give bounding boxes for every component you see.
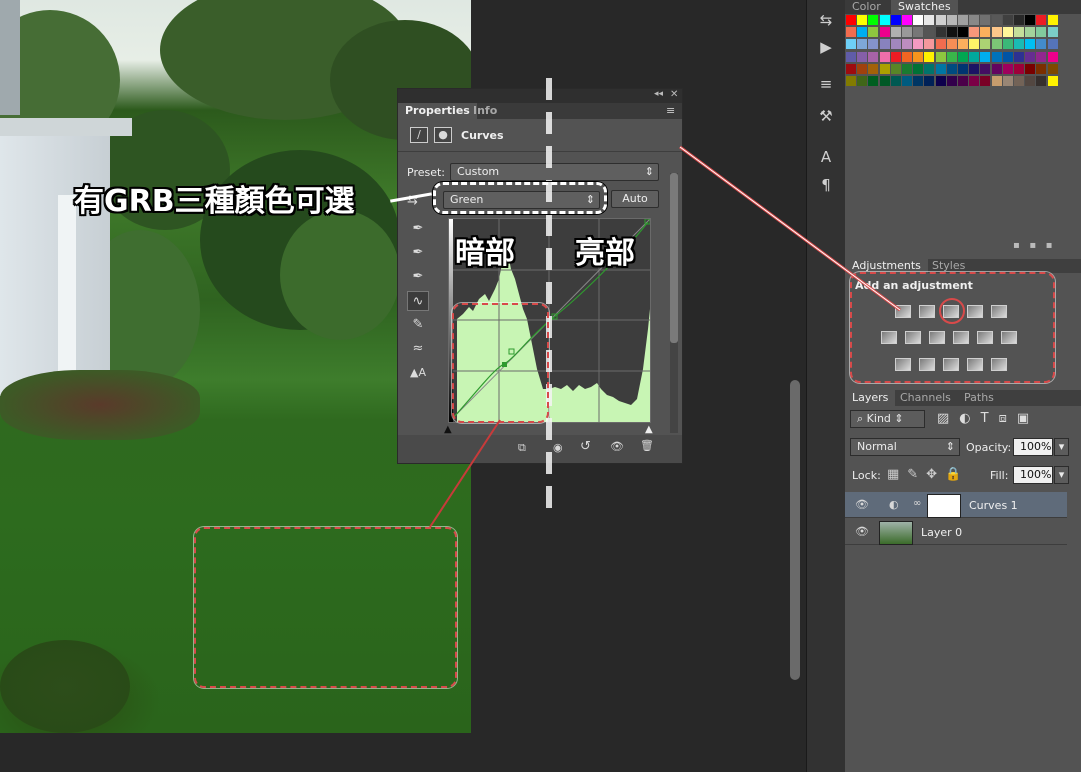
connector-lines xyxy=(429,145,901,528)
